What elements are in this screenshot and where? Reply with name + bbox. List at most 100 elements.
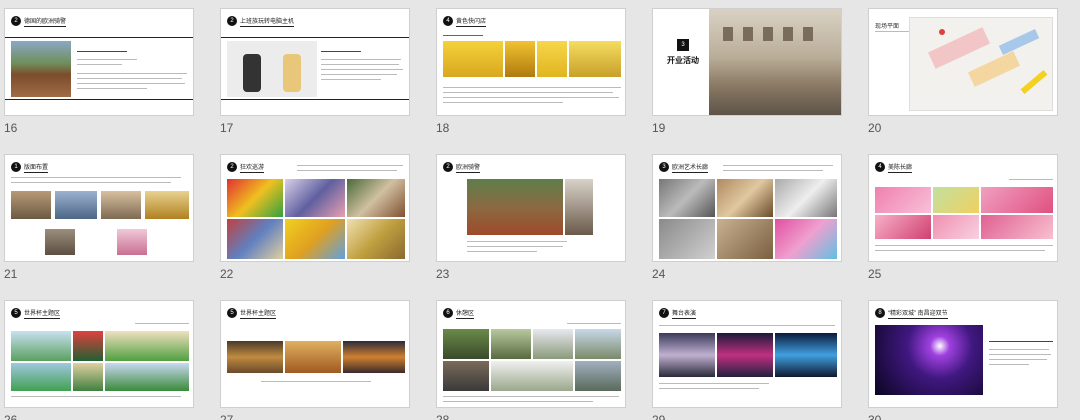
slide-title: 休憩区 (456, 308, 475, 319)
slide-thumbnail-25[interactable]: 4 美陈长廊 25 (864, 146, 1080, 286)
section-badge: 7 (659, 308, 669, 318)
yellow-popup-photo-3 (537, 41, 567, 77)
slide-number: 27 (220, 413, 234, 420)
parade-photo-5 (285, 219, 345, 259)
section-badge: 6 (443, 308, 453, 318)
layout-photo-6 (117, 229, 147, 255)
worldcup-photo-1 (11, 331, 71, 361)
slide-thumbnail-24[interactable]: 3 欧洲艺术长廊 24 (648, 146, 864, 286)
worldcup-photo-6 (105, 363, 189, 391)
slide-title: 现场平面 (875, 24, 900, 30)
section-badge: 2 (227, 162, 237, 172)
yellow-popup-photo-1 (443, 41, 503, 77)
crowd-photo (227, 341, 283, 373)
section-badge: 1 (11, 162, 21, 172)
slide-number: 22 (220, 267, 234, 281)
parade-photo-1 (227, 179, 283, 217)
rest-area-photo-7 (575, 361, 621, 391)
slide-title: 世界杯主题区 (24, 308, 61, 319)
art-photo-3 (775, 179, 837, 217)
decor-photo-3 (981, 187, 1053, 213)
slide-title: 黄色快闪店 (456, 16, 487, 27)
section-badge: 4 (443, 16, 453, 26)
slide-thumbnail-29[interactable]: 7 舞台表演 29 (648, 292, 864, 420)
section-badge: 5 (227, 308, 237, 318)
parade-photo-4 (227, 219, 283, 259)
slide-thumbnail-18[interactable]: 4 黄色快闪店 18 (432, 0, 648, 140)
slide-thumbnail-19[interactable]: 3 开业活动 19 (648, 0, 864, 140)
slide-title: 世界杯主题区 (240, 308, 277, 319)
rest-area-photo-5 (443, 361, 489, 391)
slide-number: 28 (436, 413, 450, 420)
slide-title: 美陈长廊 (888, 162, 913, 173)
stage-photo-1 (659, 333, 715, 377)
decor-photo-5 (933, 215, 979, 239)
section-badge: 8 (875, 308, 885, 318)
police-horses-photo (11, 41, 71, 97)
art-photo-5 (717, 219, 773, 259)
slide-thumbnail-22[interactable]: 2 狂欢巡游 22 (216, 146, 432, 286)
layout-photo-1 (11, 191, 51, 219)
slide-number: 16 (4, 121, 18, 135)
worldcup-photo-2 (73, 331, 103, 361)
rest-area-photo-3 (533, 329, 573, 359)
robot-figure-left (243, 54, 261, 92)
slide-number: 18 (436, 121, 450, 135)
decor-photo-6 (981, 215, 1053, 239)
yellow-popup-photo-2 (505, 41, 535, 77)
slide-thumbnail-20[interactable]: 现场平面 20 (864, 0, 1080, 140)
art-photo-6 (775, 219, 837, 259)
decor-photo-2 (933, 187, 979, 213)
european-street-photo (709, 9, 841, 115)
slide-number: 30 (868, 413, 882, 420)
section-badge: 4 (875, 162, 885, 172)
worldcup-photo-3 (105, 331, 189, 361)
slide-number: 25 (868, 267, 882, 281)
slide-number: 17 (220, 121, 234, 135)
decor-photo-1 (875, 187, 931, 213)
robot-illustration (227, 41, 317, 97)
slide-thumbnail-21[interactable]: 1 版面布置 21 (0, 146, 216, 286)
slide-title: 德国的欧洲骑警 (24, 16, 67, 27)
slide-number: 21 (4, 267, 18, 281)
parade-photo-6 (347, 219, 405, 259)
slide-number: 29 (652, 413, 666, 420)
costume-photo (565, 179, 593, 235)
slide-thumbnail-23[interactable]: 2 欧洲骑警 23 (432, 146, 648, 286)
art-photo-4 (659, 219, 715, 259)
slide-number: 19 (652, 121, 666, 135)
food-photo (285, 341, 341, 373)
stage-photo-2 (717, 333, 773, 377)
worldcup-photo-5 (73, 363, 103, 391)
stage-photo-3 (775, 333, 837, 377)
rest-area-photo-4 (575, 329, 621, 359)
slide-title: 狂欢巡游 (240, 162, 265, 173)
slide-title: 上班族玩转电脑主机 (240, 16, 295, 27)
worldcup-photo-4 (11, 363, 71, 391)
slide-thumbnail-16[interactable]: 2 德国的欧洲骑警 16 (0, 0, 216, 140)
section-badge: 2 (443, 162, 453, 172)
section-badge: 3 (659, 162, 669, 172)
art-photo-1 (659, 179, 715, 217)
slide-number: 20 (868, 121, 882, 135)
section-badge: 5 (11, 308, 21, 318)
slide-thumbnail-30[interactable]: 8 “精彩双城” 南昌迎双节 30 (864, 292, 1080, 420)
slide-thumbnail-27[interactable]: 5 世界杯主题区 27 (216, 292, 432, 420)
section-badge: 2 (11, 16, 21, 26)
rest-area-photo-6 (491, 361, 573, 391)
decor-photo-4 (875, 215, 931, 239)
slide-title: 舞台表演 (672, 308, 697, 319)
layout-photo-4 (145, 191, 189, 219)
yellow-popup-photo-4 (569, 41, 621, 77)
slide-thumbnail-26[interactable]: 5 世界杯主题区 26 (0, 292, 216, 420)
robot-figure-right (283, 54, 301, 92)
police-horses-photo (467, 179, 563, 235)
slide-thumbnail-17[interactable]: 2 上班族玩转电脑主机 17 (216, 0, 432, 140)
slide-number: 24 (652, 267, 666, 281)
night-market-photo (343, 341, 405, 373)
rest-area-photo-1 (443, 329, 489, 359)
slide-title: 欧洲艺术长廊 (672, 162, 709, 173)
slide-title: 欧洲骑警 (456, 162, 481, 173)
slide-thumbnail-28[interactable]: 6 休憩区 28 (432, 292, 648, 420)
slide-title: “精彩双城” 南昌迎双节 (888, 308, 948, 319)
